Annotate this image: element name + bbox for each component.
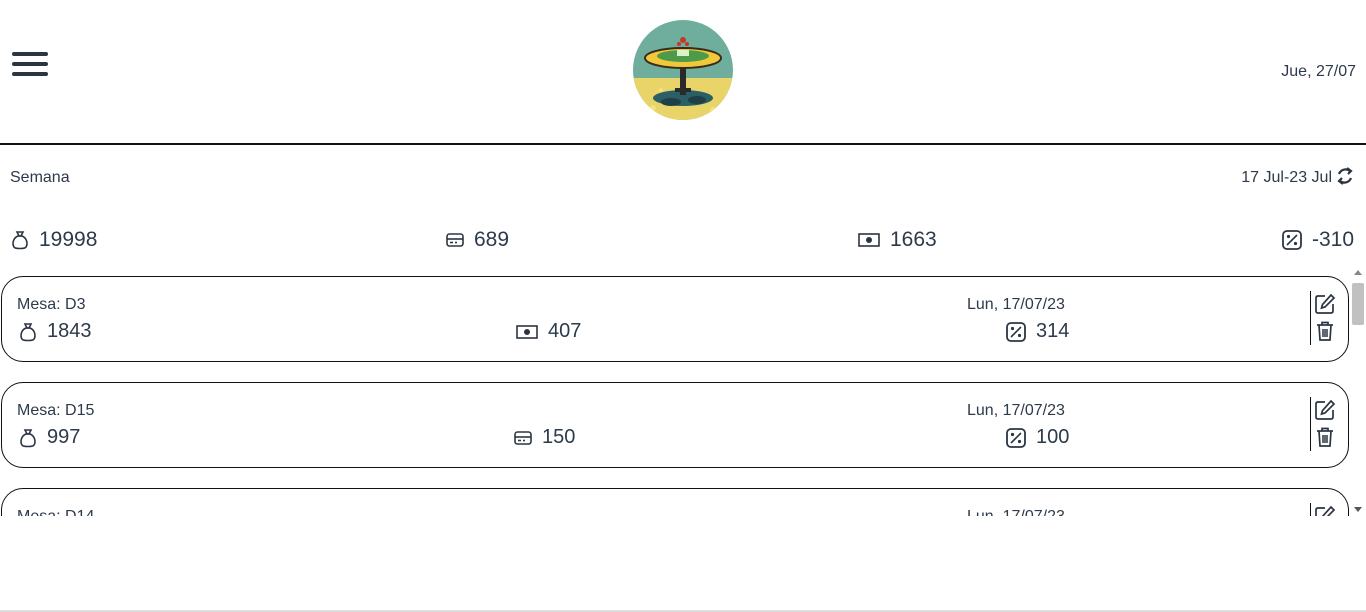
- money-bag-icon: [12, 231, 28, 250]
- session-bag-value: 1843: [47, 320, 92, 342]
- list-scrollbar[interactable]: [1350, 266, 1366, 516]
- session-percent: 100: [1006, 426, 1069, 449]
- money-bag-icon: [20, 428, 36, 447]
- refresh-icon[interactable]: [1336, 165, 1354, 187]
- trash-icon[interactable]: [1314, 320, 1336, 342]
- card-actions: [1310, 397, 1340, 451]
- session-bag-value: 997: [47, 426, 81, 448]
- card-actions: [1310, 503, 1340, 516]
- card-icon: [446, 233, 464, 247]
- session-card[interactable]: Mesa: D3 Lun, 17/07/23 1843 407 314: [1, 276, 1349, 362]
- mesa-label: Mesa: D3: [17, 296, 86, 313]
- session-payment: 407: [516, 320, 581, 343]
- cash-icon: [516, 324, 538, 339]
- scroll-down-arrow-icon[interactable]: [1354, 507, 1362, 512]
- session-bag: 1843: [19, 320, 92, 343]
- total-cash-value: 1663: [890, 228, 937, 251]
- session-date: Lun, 17/07/23: [967, 508, 1065, 516]
- edit-icon[interactable]: [1314, 505, 1336, 516]
- app-header: Jue, 27/07: [0, 0, 1366, 145]
- session-card[interactable]: Mesa: D15 Lun, 17/07/23 997 150 100: [1, 382, 1349, 468]
- total-percent-value: -310: [1312, 228, 1355, 251]
- cash-icon: [858, 233, 880, 247]
- card-icon: [514, 430, 532, 445]
- percent-icon: [1006, 427, 1026, 448]
- session-payment: 150: [514, 426, 575, 449]
- money-bag-icon: [20, 322, 36, 341]
- scroll-up-arrow-icon[interactable]: [1354, 270, 1362, 275]
- session-percent-value: 314: [1036, 320, 1070, 342]
- edit-icon[interactable]: [1314, 399, 1336, 421]
- session-date: Lun, 17/07/23: [967, 402, 1065, 419]
- week-label: Semana: [10, 169, 70, 186]
- session-percent-value: 100: [1036, 426, 1070, 448]
- trash-icon[interactable]: [1314, 426, 1336, 448]
- session-payment-value: 150: [542, 426, 576, 448]
- session-card[interactable]: Mesa: D14 Lun, 17/07/23: [1, 488, 1349, 516]
- card-actions: [1310, 291, 1340, 345]
- total-cash: 1663: [858, 228, 937, 252]
- total-bag: 19998: [11, 228, 97, 252]
- percent-icon: [1006, 321, 1026, 342]
- week-range: 17 Jul-23 Jul: [1241, 169, 1332, 186]
- week-totals: 19998 689 1663 -310: [0, 228, 1366, 256]
- percent-icon: [1282, 230, 1302, 250]
- mesa-label: Mesa: D15: [17, 402, 95, 419]
- sessions-list[interactable]: Mesa: D3 Lun, 17/07/23 1843 407 314 Mesa…: [0, 266, 1366, 516]
- scroll-thumb[interactable]: [1352, 283, 1364, 325]
- hamburger-menu-icon[interactable]: [12, 52, 48, 80]
- session-date: Lun, 17/07/23: [967, 296, 1065, 313]
- session-percent: 314: [1006, 320, 1069, 343]
- edit-icon[interactable]: [1314, 293, 1336, 315]
- current-date: Jue, 27/07: [1281, 63, 1356, 80]
- total-percent: -310: [1282, 228, 1354, 252]
- session-bag: 997: [19, 426, 80, 449]
- total-card: 689: [446, 228, 509, 252]
- session-payment-value: 407: [548, 320, 582, 342]
- total-card-value: 689: [474, 228, 510, 251]
- mesa-label: Mesa: D14: [17, 508, 94, 516]
- app-logo: [633, 20, 733, 120]
- total-bag-value: 19998: [39, 228, 98, 251]
